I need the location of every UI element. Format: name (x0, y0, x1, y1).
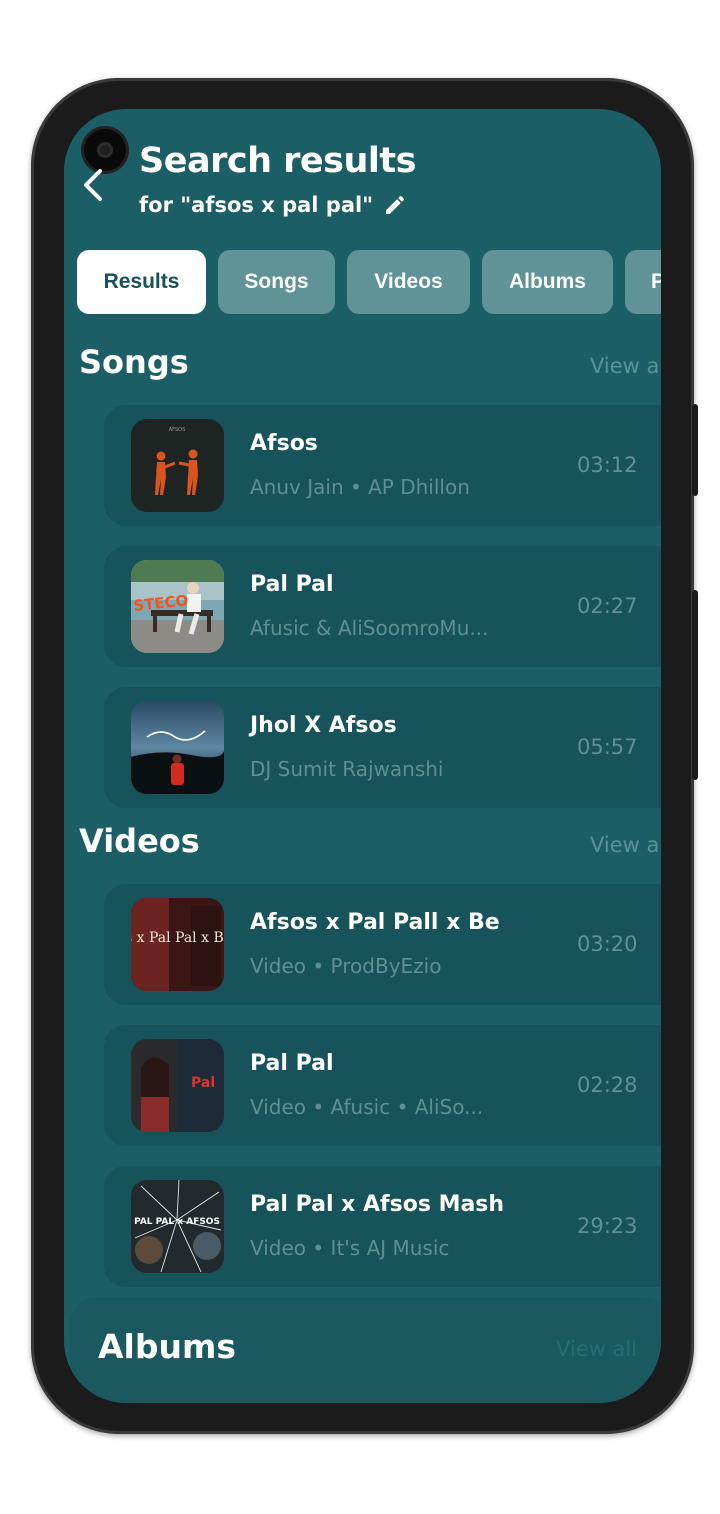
front-camera (84, 129, 126, 171)
video-row[interactable]: PAL PAL x AFSOS Pal Pal x Afsos Mash Vid… (104, 1166, 661, 1287)
song-row[interactable]: Jhol X Afsos DJ Sumit Rajwanshi 05:57 (104, 687, 661, 808)
app-screen: Search results for "afsos x pal pal" Res… (64, 109, 661, 1403)
songs-view-all-link[interactable]: View a (590, 354, 659, 378)
video-thumbnail: PAL PAL x AFSOS (131, 1180, 224, 1273)
song-title: Jhol X Afsos (250, 713, 397, 738)
videos-section-title: Videos (79, 822, 200, 860)
video-row[interactable]: s x Pal Pal x Bee Afsos x Pal Pall x Be … (104, 884, 661, 1005)
edit-pencil-icon[interactable] (383, 193, 407, 217)
song-duration: 05:57 (577, 735, 638, 759)
search-query-text: for "afsos x pal pal" (139, 193, 374, 217)
song-row[interactable]: AFSOS Afsos Anuv Jain • AP Dhillon 03:12 (104, 405, 661, 526)
song-artwork (131, 701, 224, 794)
back-button[interactable] (78, 167, 108, 203)
page-title: Search results (139, 141, 416, 181)
video-row[interactable]: Pal Pal Pal Video • Afusic • AliSo... 02… (104, 1025, 661, 1146)
video-duration: 02:28 (577, 1073, 638, 1097)
artwork-caption: s x Pal Pal x Bee (131, 930, 224, 946)
video-thumbnail: Pal (131, 1039, 224, 1132)
tab-albums[interactable]: Albums (482, 250, 613, 314)
song-duration: 02:27 (577, 594, 638, 618)
songs-section-title: Songs (79, 343, 189, 381)
chevron-left-icon (84, 169, 102, 201)
videos-view-all-link[interactable]: View a (590, 833, 659, 857)
albums-section-title: Albums (98, 1327, 236, 1366)
power-button (692, 590, 698, 780)
video-channel: Video • ProdByEzio (250, 954, 442, 978)
video-channel: Video • It's AJ Music (250, 1236, 450, 1260)
video-channel: Video • Afusic • AliSo... (250, 1095, 484, 1119)
volume-button (692, 404, 698, 496)
song-duration: 03:12 (577, 453, 638, 477)
song-row[interactable]: STECO Pal Pal Afusic & AliSoomroMu... 02… (104, 546, 661, 667)
tab-playlists[interactable]: P (625, 250, 661, 314)
video-title: Afsos x Pal Pall x Be (250, 910, 500, 935)
song-title: Pal Pal (250, 572, 334, 597)
video-thumbnail: s x Pal Pal x Bee (131, 898, 224, 991)
video-title: Pal Pal x Afsos Mash (250, 1192, 505, 1217)
tab-songs[interactable]: Songs (218, 250, 335, 314)
song-title: Afsos (250, 431, 318, 456)
video-duration: 29:23 (577, 1214, 638, 1238)
artwork-caption: Pal (191, 1075, 215, 1091)
albums-panel: Albums View all (70, 1297, 661, 1403)
artwork-caption: PAL PAL x AFSOS (134, 1217, 220, 1227)
song-artists: Anuv Jain • AP Dhillon (250, 475, 470, 499)
song-artists: Afusic & AliSoomroMu... (250, 616, 489, 640)
filter-tabs: Results Songs Videos Albums P (77, 250, 661, 314)
song-artists: DJ Sumit Rajwanshi (250, 757, 444, 781)
tab-videos[interactable]: Videos (347, 250, 470, 314)
artwork-caption: AFSOS (169, 427, 186, 433)
video-title: Pal Pal (250, 1051, 334, 1076)
albums-view-all-link[interactable]: View all (556, 1337, 637, 1361)
video-duration: 03:20 (577, 932, 638, 956)
song-artwork: STECO (131, 560, 224, 653)
song-artwork: AFSOS (131, 419, 224, 512)
search-query: for "afsos x pal pal" (139, 193, 407, 217)
tab-results[interactable]: Results (77, 250, 206, 314)
